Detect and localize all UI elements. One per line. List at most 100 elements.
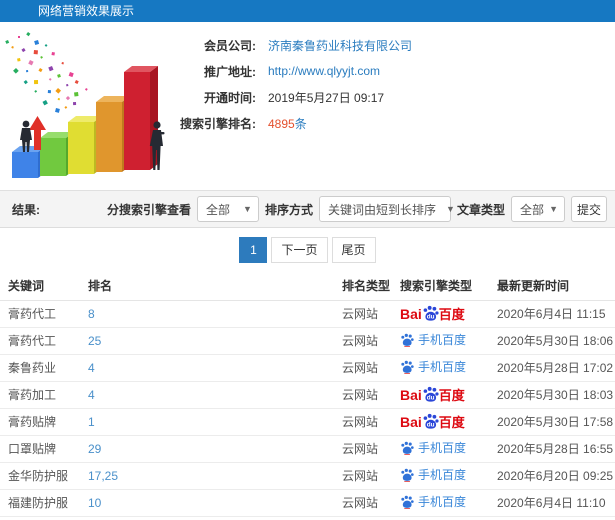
engine-type-cell: Bai du 百度: [400, 381, 497, 409]
header-engine-type: 搜索引擎类型: [400, 272, 497, 301]
rank-cell: 25: [88, 327, 342, 355]
rank-type-cell: 云网站: [342, 435, 400, 463]
svg-text:du: du: [427, 395, 435, 402]
baidu-logo-bai-text: Bai: [400, 413, 422, 430]
baidu-mobile-label: 手机百度: [418, 360, 467, 375]
results-label: 结果:: [12, 202, 40, 217]
article-type-label: 文章类型: [456, 202, 505, 217]
engine-type-cell: 手机百度: [400, 435, 497, 463]
submit-button[interactable]: 提交: [571, 196, 607, 222]
table-row-partial: 手机百度: [0, 516, 615, 520]
rank-cell: 4: [88, 381, 342, 409]
summary-section: 会员公司: 济南秦鲁药业科技有限公司 推广地址: http://www.qlyy…: [0, 22, 615, 190]
rank-type-cell: 云网站: [342, 327, 400, 355]
info-row-url: 推广地址: http://www.qlyyjt.com: [160, 58, 610, 84]
sort-value: 关键词由短到长排序: [327, 202, 436, 217]
chevron-down-icon: ▼: [243, 204, 252, 214]
company-label: 会员公司:: [204, 38, 256, 53]
header-keyword: 关键词: [0, 272, 88, 301]
table-row: 金华防护服 17,25 云网站 手机百度 2020年6月20日 09:25: [0, 462, 615, 490]
promo-url-label: 推广地址:: [204, 64, 256, 79]
updated-time-cell: 2020年6月20日 09:25: [497, 462, 615, 490]
filter-bar: 结果: 分搜索引擎查看 全部 ▼ 排序方式 关键词由短到长排序 ▼ 文章类型 全…: [0, 190, 615, 228]
rank-link[interactable]: 4: [88, 388, 95, 402]
rank-count-value: 4895条: [268, 115, 307, 132]
keyword-cell: 金华防护服: [0, 462, 88, 490]
pagination: 1 下一页 尾页: [0, 228, 615, 272]
member-info-list: 会员公司: 济南秦鲁药业科技有限公司 推广地址: http://www.qlyy…: [160, 32, 610, 136]
baidu-logo-cn-text: 百度: [438, 307, 465, 322]
engine-type-cell: Bai du 百度: [400, 300, 497, 328]
page-button-1[interactable]: 1: [239, 237, 268, 263]
sort-select[interactable]: 关键词由短到长排序 ▼: [318, 196, 455, 222]
baidu-paw-icon: [401, 333, 414, 347]
baidu-pc-logo: Bai du 百度: [400, 412, 465, 431]
baidu-pc-logo: Bai du 百度: [400, 304, 465, 323]
company-value-link[interactable]: 济南秦鲁药业科技有限公司: [268, 37, 412, 54]
rank-link[interactable]: 25: [88, 334, 101, 348]
rank-type-cell: 云网站: [342, 381, 400, 409]
baidu-logo-cn-text: 百度: [438, 388, 465, 403]
rank-link[interactable]: 8: [88, 307, 95, 321]
baidu-paw-icon: [401, 495, 414, 509]
engine-filter-select[interactable]: 全部 ▼: [196, 196, 259, 222]
promo-url-link[interactable]: http://www.qlyyjt.com: [268, 64, 380, 78]
baidu-mobile-label: 手机百度: [418, 441, 467, 456]
baidu-logo-cn-text: 百度: [438, 415, 465, 430]
rank-count-number: 4895: [268, 116, 295, 131]
baidu-paw-icon: du: [423, 305, 439, 321]
rank-type-cell: 云网站: [342, 354, 400, 382]
rank-link[interactable]: 1: [88, 415, 95, 429]
rank-cell: 17,25: [88, 462, 342, 490]
header-rank-type: 排名类型: [342, 272, 400, 301]
baidu-paw-icon: [401, 360, 414, 374]
rank-type-cell: 云网站: [342, 408, 400, 436]
baidu-mobile-logo: 手机百度: [400, 493, 466, 510]
table-row: 膏药加工 4 云网站 Bai du 百度 2020年5月30日 18:03: [0, 381, 615, 409]
keyword-cell: 膏药贴牌: [0, 408, 88, 436]
chevron-down-icon: ▼: [549, 204, 558, 214]
engine-type-cell: 手机百度: [400, 354, 497, 382]
baidu-paw-icon: [401, 441, 414, 455]
keyword-cell: 秦鲁药业: [0, 354, 88, 382]
table-row: 膏药代工 25 云网站 手机百度 2020年5月30日 18:06: [0, 327, 615, 355]
updated-time-cell: 2020年5月28日 16:55: [497, 435, 615, 463]
keyword-cell: 膏药加工: [0, 381, 88, 409]
svg-text:du: du: [427, 422, 435, 429]
table-row: 口罩贴牌 29 云网站 手机百度 2020年5月28日 16:55: [0, 435, 615, 463]
rank-cell: 4: [88, 354, 342, 382]
baidu-logo-bai-text: Bai: [400, 305, 422, 322]
open-time-value: 2019年5月27日 09:17: [268, 90, 385, 105]
engine-type-cell: Bai du 百度: [400, 408, 497, 436]
keyword-cell: 福建防护服: [0, 489, 88, 517]
baidu-mobile-logo: 手机百度: [400, 466, 466, 483]
growth-chart-image: [0, 26, 185, 186]
rank-link[interactable]: 4: [88, 361, 95, 375]
open-time-label: 开通时间:: [204, 90, 256, 105]
updated-time-cell: 2020年5月30日 17:58: [497, 408, 615, 436]
updated-time-cell: 2020年5月30日 18:06: [497, 327, 615, 355]
updated-time-cell: 2020年6月4日 11:10: [497, 489, 615, 517]
updated-time-cell: 2020年5月28日 17:02: [497, 354, 615, 382]
baidu-mobile-label: 手机百度: [418, 468, 467, 483]
engine-type-cell: 手机百度: [400, 327, 497, 355]
article-type-select[interactable]: 全部 ▼: [511, 196, 565, 222]
rank-link[interactable]: 10: [88, 496, 101, 510]
next-page-button[interactable]: 下一页: [271, 237, 328, 263]
table-row: 膏药贴牌 1 云网站 Bai du 百度 2020年5月30日 17:58: [0, 408, 615, 436]
baidu-mobile-label: 手机百度: [418, 495, 467, 510]
baidu-mobile-logo: 手机百度: [400, 358, 466, 375]
baidu-paw-icon: du: [423, 413, 439, 429]
keyword-rank-table: 关键词 排名 排名类型 搜索引擎类型 最新更新时间 膏药代工 8 云网站 Bai du 百…: [0, 272, 615, 520]
chevron-down-icon: ▼: [446, 204, 455, 214]
info-row-rank-count: 搜索引擎排名: 4895条: [160, 110, 610, 136]
rank-link[interactable]: 17,25: [88, 469, 118, 483]
engine-filter-label: 分搜索引擎查看: [106, 202, 191, 217]
last-page-button[interactable]: 尾页: [331, 237, 376, 263]
rank-cell: 1: [88, 408, 342, 436]
header-updated: 最新更新时间: [497, 272, 615, 301]
rank-link[interactable]: 29: [88, 442, 101, 456]
engine-filter-value: 全部: [205, 202, 230, 217]
baidu-paw-icon: [401, 468, 414, 482]
rank-cell: 8: [88, 300, 342, 328]
